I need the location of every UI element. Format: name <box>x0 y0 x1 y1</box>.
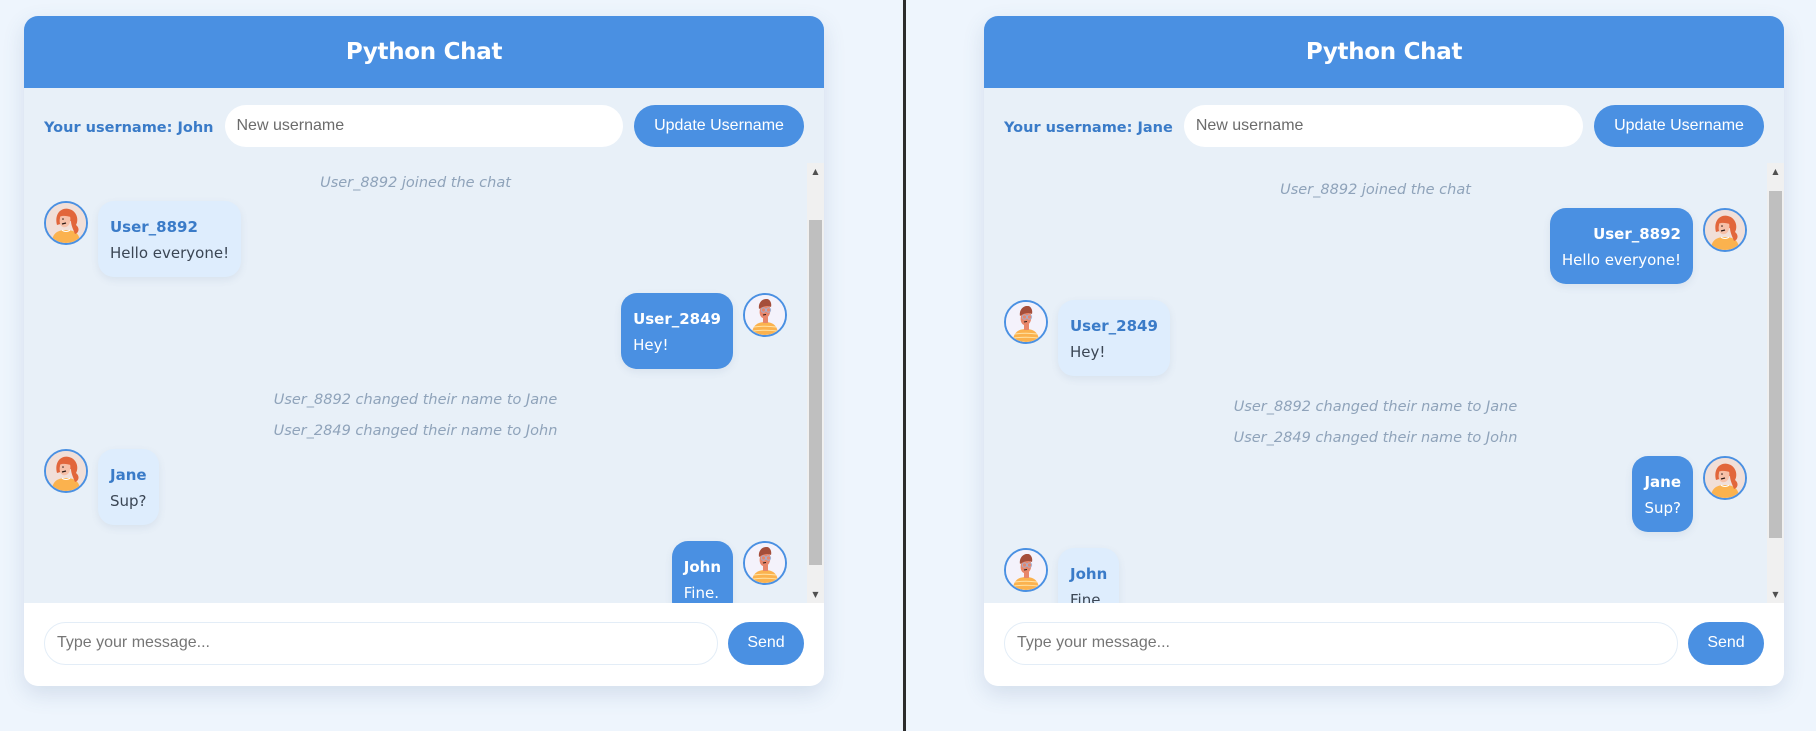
message-text: Hey! <box>633 336 669 354</box>
woman-avatar-icon <box>1705 458 1745 498</box>
scroll-up-arrow-icon[interactable]: ▲ <box>807 163 824 180</box>
send-button[interactable]: Send <box>1688 621 1764 665</box>
avatar <box>1703 456 1747 500</box>
avatar <box>743 541 787 585</box>
chat-message: John Fine. <box>44 541 787 603</box>
chat-window-right: Python Chat Your username: Jane Update U… <box>906 0 1816 731</box>
chat-card: Python Chat Your username: Jane Update U… <box>984 16 1784 686</box>
man-avatar-icon <box>1006 550 1046 590</box>
current-username-label: Your username: Jane <box>1004 119 1173 136</box>
man-avatar-icon <box>1006 302 1046 342</box>
new-username-input[interactable] <box>224 104 623 147</box>
system-message: User_8892 changed their name to Jane <box>273 392 558 408</box>
message-bubble: User_2849 Hey! <box>1058 300 1170 376</box>
message-input[interactable] <box>44 621 718 665</box>
scrollbar-thumb[interactable] <box>1769 191 1782 538</box>
username-row: Your username: John Update Username <box>24 88 824 163</box>
message-sender: User_2849 <box>633 310 721 328</box>
chat-message: User_8892 Hello everyone! <box>44 201 787 277</box>
woman-avatar-icon <box>46 203 86 243</box>
message-bubble: John Fine. <box>671 541 733 603</box>
message-bubble: User_2849 Hey! <box>621 293 733 369</box>
username-row: Your username: Jane Update Username <box>984 88 1784 163</box>
message-sender: John <box>683 558 721 576</box>
message-bubble: Jane Sup? <box>98 449 159 525</box>
messages-panel: User_8892 joined the chat User_8892 Hello… <box>24 163 824 603</box>
man-avatar-icon <box>745 295 785 335</box>
scroll-down-arrow-icon[interactable]: ▼ <box>807 586 824 603</box>
chat-header: Python Chat <box>24 16 824 88</box>
message-text: Sup? <box>110 492 147 510</box>
message-bubble: Jane Sup? <box>1632 456 1693 532</box>
chat-message: User_2849 Hey! <box>1004 300 1747 376</box>
message-bubble: User_8892 Hello everyone! <box>98 201 242 277</box>
message-text: Hello everyone! <box>1561 251 1681 269</box>
chat-title: Python Chat <box>345 39 503 65</box>
woman-avatar-icon <box>46 451 86 491</box>
chat-message: John Fine. <box>1004 548 1747 603</box>
avatar <box>44 201 88 245</box>
system-message: User_2849 changed their name to John <box>1233 430 1518 446</box>
send-button[interactable]: Send <box>728 621 804 665</box>
avatar <box>44 449 88 493</box>
message-text: Fine. <box>1070 591 1106 603</box>
message-bubble: User_8892 Hello everyone! <box>1549 208 1693 284</box>
system-message: User_8892 joined the chat <box>320 175 511 191</box>
current-username-label: Your username: John <box>44 119 214 136</box>
scroll-up-arrow-icon[interactable]: ▲ <box>1767 163 1784 180</box>
message-list[interactable]: User_8892 joined the chat User_8892 Hello … <box>984 163 1767 603</box>
messages-panel: User_8892 joined the chat User_8892 Hello … <box>984 163 1784 603</box>
update-username-button[interactable]: Update Username <box>634 104 804 147</box>
update-username-button[interactable]: Update Username <box>1594 104 1764 147</box>
messages-scrollbar[interactable]: ▲ ▼ <box>1767 163 1784 603</box>
compose-bar: Send <box>984 603 1784 686</box>
message-text: Hey! <box>1070 343 1106 361</box>
chat-header: Python Chat <box>984 16 1784 88</box>
message-sender: User_8892 <box>1593 225 1681 243</box>
message-sender: Jane <box>110 466 147 484</box>
scroll-down-arrow-icon[interactable]: ▼ <box>1767 586 1784 603</box>
messages-scrollbar[interactable]: ▲ ▼ <box>807 163 824 603</box>
chat-title: Python Chat <box>1305 39 1463 65</box>
message-text: Sup? <box>1644 499 1681 517</box>
new-username-input[interactable] <box>1183 104 1583 147</box>
avatar <box>1703 208 1747 252</box>
system-message: User_2849 changed their name to John <box>273 423 558 439</box>
avatar <box>1004 548 1048 592</box>
chat-message: Jane Sup? <box>1004 456 1747 532</box>
chat-message: Jane Sup? <box>44 449 787 525</box>
woman-avatar-icon <box>1705 210 1745 250</box>
chat-card: Python Chat Your username: John Update U… <box>24 16 824 686</box>
chat-message: User_2849 Hey! <box>44 293 787 369</box>
man-avatar-icon <box>745 543 785 583</box>
message-sender: User_8892 <box>110 218 198 236</box>
message-text: Fine. <box>683 584 719 602</box>
compose-bar: Send <box>24 603 824 686</box>
message-sender: User_2849 <box>1070 317 1158 335</box>
system-message: User_8892 joined the chat <box>1280 182 1471 198</box>
message-bubble: John Fine. <box>1058 548 1120 603</box>
message-text: Hello everyone! <box>110 244 230 262</box>
chat-message: User_8892 Hello everyone! <box>1004 208 1747 284</box>
scrollbar-thumb[interactable] <box>809 220 822 565</box>
avatar <box>1004 300 1048 344</box>
message-sender: Jane <box>1644 473 1681 491</box>
message-list[interactable]: User_8892 joined the chat User_8892 Hello… <box>24 163 807 603</box>
chat-window-left: Python Chat Your username: John Update U… <box>0 0 903 731</box>
avatar <box>743 293 787 337</box>
message-input[interactable] <box>1004 621 1678 665</box>
message-sender: John <box>1070 565 1108 583</box>
system-message: User_8892 changed their name to Jane <box>1233 399 1518 415</box>
